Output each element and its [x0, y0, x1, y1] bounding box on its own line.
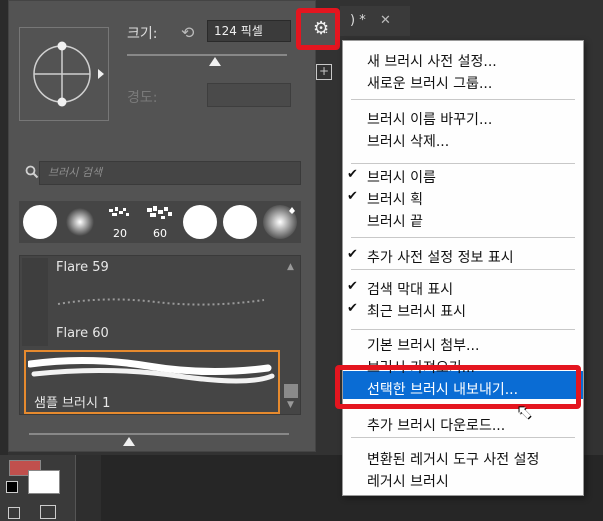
menu-separator [351, 329, 575, 330]
size-label: 크기: [127, 26, 158, 42]
background-color-swatch[interactable] [28, 470, 60, 494]
checkmark-icon: ✔ [347, 167, 358, 182]
menu-item[interactable]: 브러시 끝 [343, 209, 583, 231]
menu-item[interactable]: 기본 브러시 첨부... [343, 333, 583, 355]
menu-item[interactable]: ✔ 추가 사전 설정 정보 표시 [343, 245, 583, 267]
checkmark-icon: ✔ [347, 301, 358, 316]
brush-list: Flare 59 Flare 60 샘플 브러시 1 ▲ ▼ [19, 255, 301, 415]
mouse-cursor-icon: ⬉ [517, 402, 533, 423]
menu-separator [351, 269, 575, 270]
menu-item-label: 레거시 브러시 [367, 474, 449, 490]
menu-item-label: 새로운 브러시 그룹... [367, 76, 493, 92]
menu-separator [351, 437, 575, 438]
checkmark-icon: ✔ [347, 279, 358, 294]
panel-menu-button[interactable]: ⚙ . [296, 8, 340, 50]
selected-brush-item[interactable]: 샘플 브러시 1 [24, 350, 280, 414]
hardness-input[interactable] [207, 83, 291, 107]
menu-item[interactable]: ✔ 최근 브러시 표시 [343, 299, 583, 321]
brush-name[interactable]: Flare 59 [56, 260, 109, 275]
preview-size-slider-thumb[interactable] [123, 437, 135, 446]
toolbar-strip [0, 0, 8, 521]
document-tab-title: ) * [350, 13, 366, 28]
recent-brush-hard-round-2[interactable] [181, 203, 219, 241]
brush-stroke-preview [28, 356, 275, 384]
menu-item[interactable]: 추가 브러시 다운로드... [343, 413, 583, 435]
menu-item-label: 브러시 획 [367, 192, 423, 208]
search-placeholder: 브러시 검색 [48, 166, 103, 179]
recent-brush-hard-round-3[interactable] [221, 203, 259, 241]
quick-mask-icon[interactable] [8, 507, 20, 519]
size-slider[interactable] [127, 54, 287, 56]
panel-flyout-menu: 새 브러시 사전 설정... 새로운 브러시 그룹... 브러시 이름 바꾸기...… [342, 40, 584, 496]
hardness-label: 경도: [127, 90, 158, 106]
recent-brush-size: 20 [113, 227, 127, 240]
group-indent [22, 258, 48, 346]
recent-brush-soft-round-2[interactable] [261, 203, 299, 241]
brush-search-input[interactable]: 브러시 검색 [39, 161, 301, 185]
menu-item[interactable]: ✔ 브러시 획 [343, 187, 583, 209]
menu-item-label: 변환된 레거시 도구 사전 설정 [367, 452, 540, 468]
menu-item[interactable]: 브러시 이름 바꾸기... [343, 107, 583, 129]
menu-item[interactable]: ✔ 브러시 이름 [343, 165, 583, 187]
annotation-highlight-box [335, 365, 581, 409]
brush-preset-panel: 크기: ⟲ 124 픽셀 경도: 브러시 검색 20 60 Flare 59 F… [8, 0, 316, 452]
menu-item-label: 브러시 삭제... [367, 134, 450, 150]
scroll-up-icon[interactable]: ▲ [287, 262, 294, 272]
close-icon[interactable]: ✕ [380, 13, 391, 28]
reset-size-icon[interactable]: ⟲ [181, 23, 201, 43]
checkmark-icon: ✔ [347, 189, 358, 204]
menu-item-label: 새 브러시 사전 설정... [367, 54, 497, 70]
scroll-down-icon[interactable]: ▼ [287, 400, 294, 410]
document-tab[interactable]: ) * ✕ [340, 6, 410, 36]
new-preset-icon[interactable]: + [316, 64, 332, 80]
menu-item-label: 추가 브러시 다운로드... [367, 418, 506, 434]
menu-item[interactable]: 새 브러시 사전 설정... [343, 49, 583, 71]
menu-item[interactable]: 브러시 삭제... [343, 129, 583, 151]
recent-brush-scatter-60[interactable]: 60 [141, 203, 179, 241]
menu-item[interactable]: 레거시 브러시 [343, 469, 583, 491]
list-scrollbar[interactable]: ▲ ▼ [284, 258, 298, 412]
brush-angle-preview[interactable] [19, 27, 109, 121]
recent-brush-soft-round[interactable] [61, 203, 99, 241]
brush-name: 샘플 브러시 1 [34, 396, 111, 411]
brush-tip-shape-icon [33, 41, 104, 107]
brush-name[interactable]: Flare 60 [56, 326, 109, 341]
recent-brush-size: 60 [153, 227, 167, 240]
brush-stroke-preview[interactable] [56, 292, 266, 312]
default-colors-icon[interactable] [6, 481, 18, 493]
menu-item[interactable]: ✔ 검색 막대 표시 [343, 277, 583, 299]
menu-item-label: 브러시 이름 바꾸기... [367, 112, 493, 128]
menu-separator [351, 237, 575, 238]
menu-item-label: 검색 막대 표시 [367, 282, 454, 298]
screen-mode-icon[interactable] [40, 505, 56, 519]
menu-item[interactable]: 새로운 브러시 그룹... [343, 71, 583, 93]
checkmark-icon: ✔ [347, 247, 358, 262]
ruler [75, 455, 101, 521]
size-input[interactable]: 124 픽셀 [207, 20, 291, 42]
recent-brush-scatter-20[interactable]: 20 [101, 203, 139, 241]
menu-item-label: 기본 브러시 첨부... [367, 338, 480, 354]
size-slider-thumb[interactable] [209, 57, 221, 66]
search-icon [25, 165, 39, 183]
menu-item-label: 브러시 끝 [367, 214, 423, 230]
chevron-down-icon: . [325, 25, 329, 36]
preview-size-slider[interactable] [29, 433, 289, 435]
menu-separator [351, 163, 575, 164]
recent-brush-hard-round[interactable] [21, 203, 59, 241]
menu-item-label: 추가 사전 설정 정보 표시 [367, 250, 514, 266]
recent-brushes: 20 60 [19, 201, 301, 243]
scroll-thumb[interactable] [284, 384, 298, 398]
menu-separator [351, 99, 575, 100]
menu-item-label: 최근 브러시 표시 [367, 304, 467, 320]
menu-item[interactable]: 변환된 레거시 도구 사전 설정 [343, 447, 583, 469]
menu-item-label: 브러시 이름 [367, 170, 436, 186]
